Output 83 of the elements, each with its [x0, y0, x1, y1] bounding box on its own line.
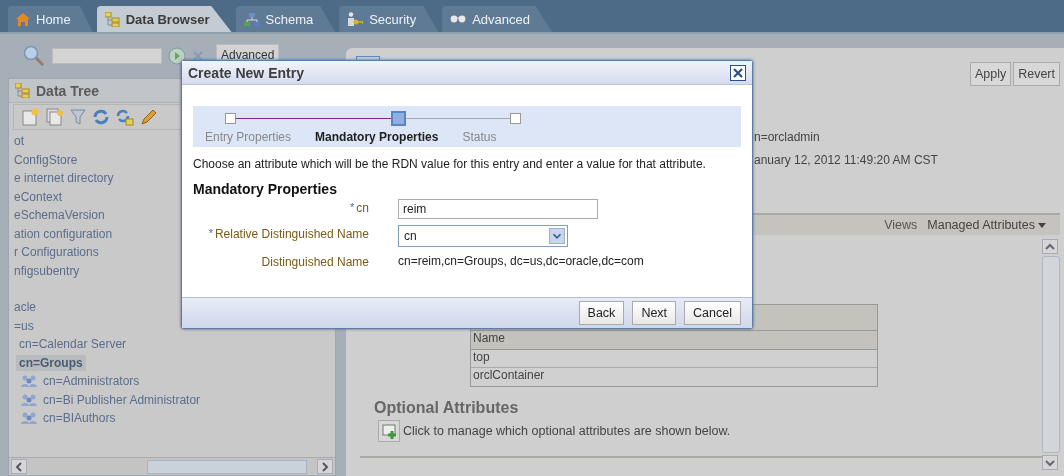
person-key-icon — [347, 12, 364, 26]
tab[interactable]: Schema — [235, 6, 336, 32]
chevron-up-icon — [1045, 242, 1055, 251]
table-cell: orclContainer — [471, 368, 877, 386]
panel-title: Data Tree — [36, 82, 100, 99]
new-entry-icon[interactable] — [22, 108, 40, 126]
tree-item[interactable]: e internet directory — [11, 170, 117, 187]
tree-item[interactable]: cn=BIAuthors — [40, 410, 119, 427]
scrollbar-thumb[interactable] — [1042, 256, 1060, 453]
field-label: Distinguished Name — [261, 254, 369, 269]
table-cell: top — [471, 350, 877, 368]
tree-item[interactable]: =us — [11, 317, 37, 334]
dialog-button[interactable]: Next — [632, 301, 677, 325]
tree-item[interactable]: eSchemaVersion — [11, 207, 108, 224]
home-icon — [16, 12, 30, 26]
wizard-step[interactable]: Status — [462, 130, 497, 144]
info-text: anuary 12, 2012 11:49:20 AM CST — [754, 153, 939, 167]
dialog-button[interactable]: Back — [578, 301, 625, 325]
tree-item[interactable]: cn=Groups — [16, 354, 86, 371]
chevron-down-icon — [1045, 458, 1055, 467]
tree-icon — [15, 83, 30, 98]
scroll-right-button[interactable] — [317, 459, 333, 474]
dialog-title: Create New Entry — [188, 64, 304, 81]
tab[interactable]: Home — [8, 6, 93, 32]
tree-item[interactable]: eContext — [11, 188, 66, 205]
tab[interactable]: Advanced — [442, 6, 552, 32]
menu-button[interactable]: Managed Attributes — [927, 218, 1046, 232]
hierarchy-icon — [243, 12, 260, 26]
filter-icon[interactable] — [70, 108, 86, 126]
chevron-left-icon — [15, 461, 23, 472]
field-value: cn=reim,cn=Groups, dc=us,dc=oracle,dc=com — [398, 254, 645, 268]
chevron-right-icon — [321, 461, 329, 472]
tree-item[interactable]: acle — [11, 299, 39, 316]
group-icon — [21, 411, 37, 426]
wizard-step[interactable]: Entry Properties — [205, 130, 292, 144]
dialog-button[interactable]: Cancel — [684, 301, 741, 325]
hint-text: Click to manage which optional attributes are shown below. — [403, 424, 731, 438]
tree-item[interactable]: cn=Bi Publisher Administrator — [40, 391, 204, 408]
search-field[interactable] — [52, 48, 162, 64]
tab[interactable]: Data Browser — [96, 6, 232, 32]
views-label: Views — [884, 218, 918, 232]
copy-entry-icon[interactable] — [46, 108, 64, 126]
tree-icon — [104, 11, 120, 27]
section-title: Mandatory Properties — [193, 181, 338, 197]
field-label: * cn — [350, 200, 369, 215]
toolbar-button[interactable]: Apply — [969, 62, 1012, 86]
tree-item[interactable]: ot — [11, 133, 27, 150]
refresh-tree-icon[interactable] — [116, 108, 134, 126]
scrollbar-thumb[interactable] — [147, 459, 307, 474]
tree-item[interactable]: cn=Administrators — [40, 373, 143, 390]
tree-item[interactable]: ation configuration — [11, 225, 116, 242]
tree-item[interactable]: ConfigStore — [11, 151, 81, 168]
caret-icon — [1038, 222, 1046, 228]
step-marker[interactable] — [225, 113, 236, 124]
add-attribute-icon[interactable] — [378, 420, 400, 442]
info-text: n=orcladmin — [754, 130, 821, 144]
step-marker[interactable] — [391, 111, 406, 126]
tree-item[interactable]: r Configurations — [11, 244, 102, 261]
text-field[interactable]: reim — [398, 199, 598, 219]
group-icon — [21, 374, 37, 389]
refresh-icon[interactable] — [92, 108, 110, 126]
close-button[interactable] — [730, 64, 746, 81]
tree-item[interactable]: nfigsubentry — [11, 262, 83, 279]
wizard-step[interactable]: Mandatory Properties — [315, 130, 439, 144]
group-icon — [21, 392, 37, 407]
scroll-left-button[interactable] — [11, 459, 27, 474]
tree-item[interactable]: cn=Calendar Server — [16, 336, 130, 353]
instruction-text: Choose an attribute which will be the RDN value for this entry and enter a value for that attribute. — [193, 157, 707, 171]
tab[interactable]: Security — [339, 6, 439, 32]
clear-icon[interactable] — [192, 50, 204, 62]
field-label: * Relative Distinguished Name — [208, 226, 369, 241]
go-icon[interactable] — [168, 47, 186, 65]
dropdown[interactable]: cn — [398, 225, 568, 247]
toolbar-button[interactable]: Revert — [1013, 62, 1060, 86]
glasses-icon — [450, 15, 467, 23]
scroll-up-button[interactable] — [1042, 239, 1058, 254]
section-title: Optional Attributes — [374, 399, 520, 417]
caret-icon — [549, 228, 565, 244]
column-header: Name — [471, 331, 877, 350]
pencil-icon[interactable] — [140, 108, 158, 126]
search-icon[interactable] — [22, 45, 46, 67]
scroll-down-button[interactable] — [1042, 455, 1058, 470]
step-marker[interactable] — [510, 113, 521, 124]
